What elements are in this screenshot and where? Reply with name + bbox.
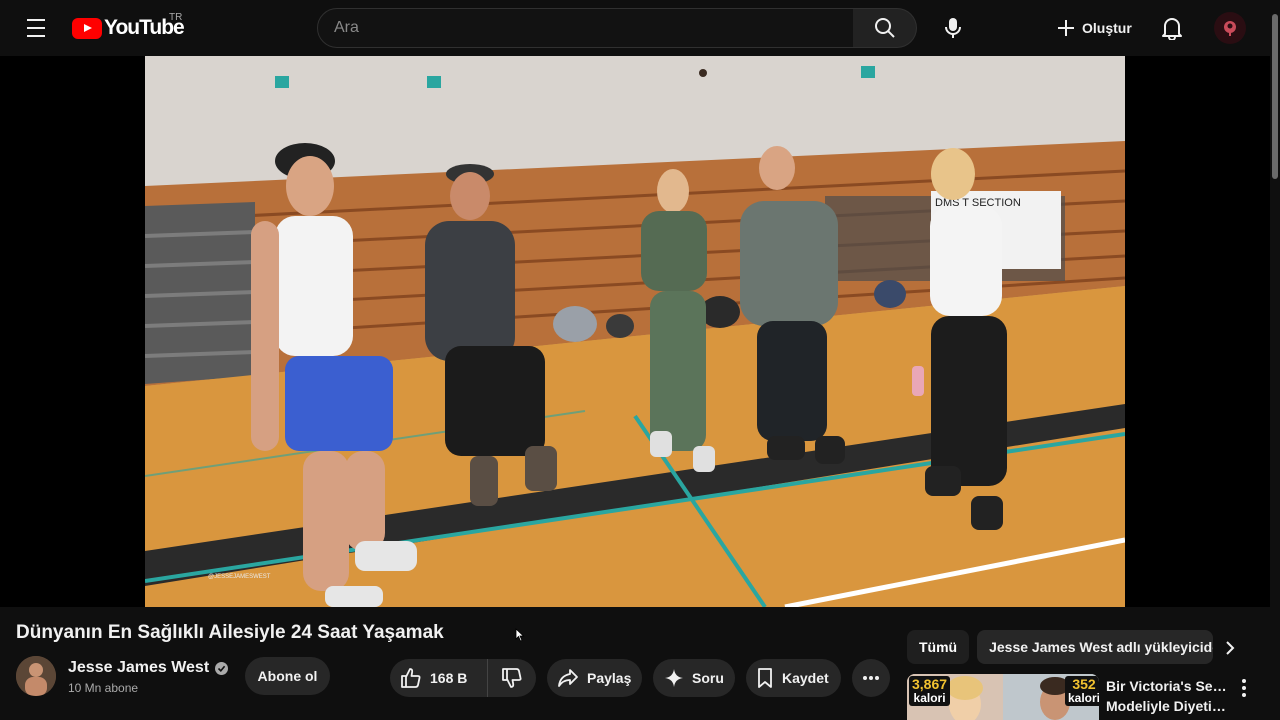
youtube-logo[interactable]: YouTube bbox=[72, 16, 185, 40]
calorie-left-value: 3,867 bbox=[912, 676, 948, 692]
play-logo-icon bbox=[72, 17, 102, 39]
share-button[interactable]: Paylaş bbox=[547, 659, 642, 697]
account-avatar[interactable] bbox=[1214, 12, 1246, 44]
more-actions-button[interactable] bbox=[852, 659, 890, 697]
region-code: TR bbox=[169, 12, 183, 23]
calorie-left-unit: kalori bbox=[913, 691, 946, 705]
share-label: Paylaş bbox=[587, 670, 632, 686]
recommendation-chips: Tümü Jesse James West adlı yükleyiciden bbox=[907, 630, 1214, 664]
create-button[interactable]: Oluştur bbox=[1044, 10, 1144, 46]
like-count: 168 B bbox=[430, 670, 468, 686]
save-label: Kaydet bbox=[782, 670, 829, 686]
mouse-cursor-icon bbox=[515, 628, 525, 642]
channel-avatar[interactable] bbox=[16, 656, 56, 696]
chevron-right-icon bbox=[1226, 641, 1235, 655]
recommendation-title[interactable]: Bir Victoria's Secret Modeliyle Diyetim.… bbox=[1106, 676, 1234, 716]
verified-icon bbox=[215, 661, 229, 675]
recommendation-thumbnail[interactable]: 3,867 kalori 352 kalori bbox=[907, 674, 1099, 720]
profile-icon bbox=[1224, 21, 1236, 36]
save-button[interactable]: Kaydet bbox=[746, 659, 841, 697]
sparkle-icon bbox=[665, 669, 683, 687]
more-horizontal-icon bbox=[863, 676, 879, 680]
channel-avatar-image bbox=[16, 656, 56, 696]
plus-icon bbox=[1058, 20, 1074, 36]
bookmark-icon bbox=[758, 668, 772, 688]
channel-name[interactable]: Jesse James West bbox=[68, 659, 209, 677]
recommendation-title-line2: Modeliyle Diyetim... bbox=[1106, 698, 1234, 714]
search-input[interactable] bbox=[334, 19, 853, 37]
calorie-right-unit: kalori bbox=[1068, 691, 1099, 705]
notifications-button[interactable] bbox=[1152, 8, 1192, 48]
more-vertical-icon bbox=[1242, 679, 1246, 684]
video-frame[interactable]: DMS T SECTION @JESSEJAMESWEST bbox=[145, 56, 1125, 607]
video-scene: DMS T SECTION @JESSEJAMESWEST bbox=[145, 56, 1125, 607]
calorie-right-value: 352 bbox=[1072, 676, 1096, 692]
chip-uploader[interactable]: Jesse James West adlı yükleyiciden bbox=[977, 630, 1214, 664]
search-icon bbox=[874, 18, 895, 38]
search-box[interactable] bbox=[317, 8, 854, 48]
menu-icon[interactable] bbox=[22, 16, 50, 40]
thumbs-up-icon bbox=[401, 668, 421, 688]
masthead: YouTube TR Oluştur bbox=[0, 0, 1280, 56]
like-dislike-group: 168 B bbox=[390, 659, 536, 697]
bell-icon bbox=[1162, 18, 1182, 40]
page-scrollbar[interactable] bbox=[1270, 0, 1280, 720]
scrollbar-thumb[interactable] bbox=[1272, 14, 1278, 179]
calorie-badge-left: 3,867 kalori bbox=[909, 676, 951, 706]
voice-search-button[interactable] bbox=[933, 8, 973, 48]
create-label: Oluştur bbox=[1082, 20, 1132, 36]
share-icon bbox=[558, 669, 578, 687]
subscriber-count: 10 Mn abone bbox=[68, 681, 139, 695]
search-button[interactable] bbox=[853, 8, 917, 48]
recommendation-menu-button[interactable] bbox=[1236, 678, 1252, 698]
thumbs-down-icon bbox=[502, 668, 522, 688]
video-watermark: @JESSEJAMESWEST bbox=[208, 574, 271, 580]
calorie-badge-right: 352 kalori bbox=[1065, 676, 1099, 706]
subscribe-button[interactable]: Abone ol bbox=[245, 657, 330, 695]
recommendation-title-line1: Bir Victoria's Secret bbox=[1106, 678, 1234, 694]
channel-name-row[interactable]: Jesse James West bbox=[68, 659, 229, 677]
chips-next-button[interactable] bbox=[1216, 636, 1244, 660]
ask-button[interactable]: Soru bbox=[653, 659, 735, 697]
video-title: Dünyanın En Sağlıklı Ailesiyle 24 Saat Y… bbox=[16, 622, 444, 643]
ask-label: Soru bbox=[692, 670, 724, 686]
video-player[interactable]: DMS T SECTION @JESSEJAMESWEST bbox=[0, 56, 1270, 607]
microphone-icon bbox=[945, 18, 961, 38]
chip-all[interactable]: Tümü bbox=[907, 630, 970, 664]
dislike-button[interactable] bbox=[488, 659, 536, 697]
like-button[interactable]: 168 B bbox=[390, 659, 488, 697]
